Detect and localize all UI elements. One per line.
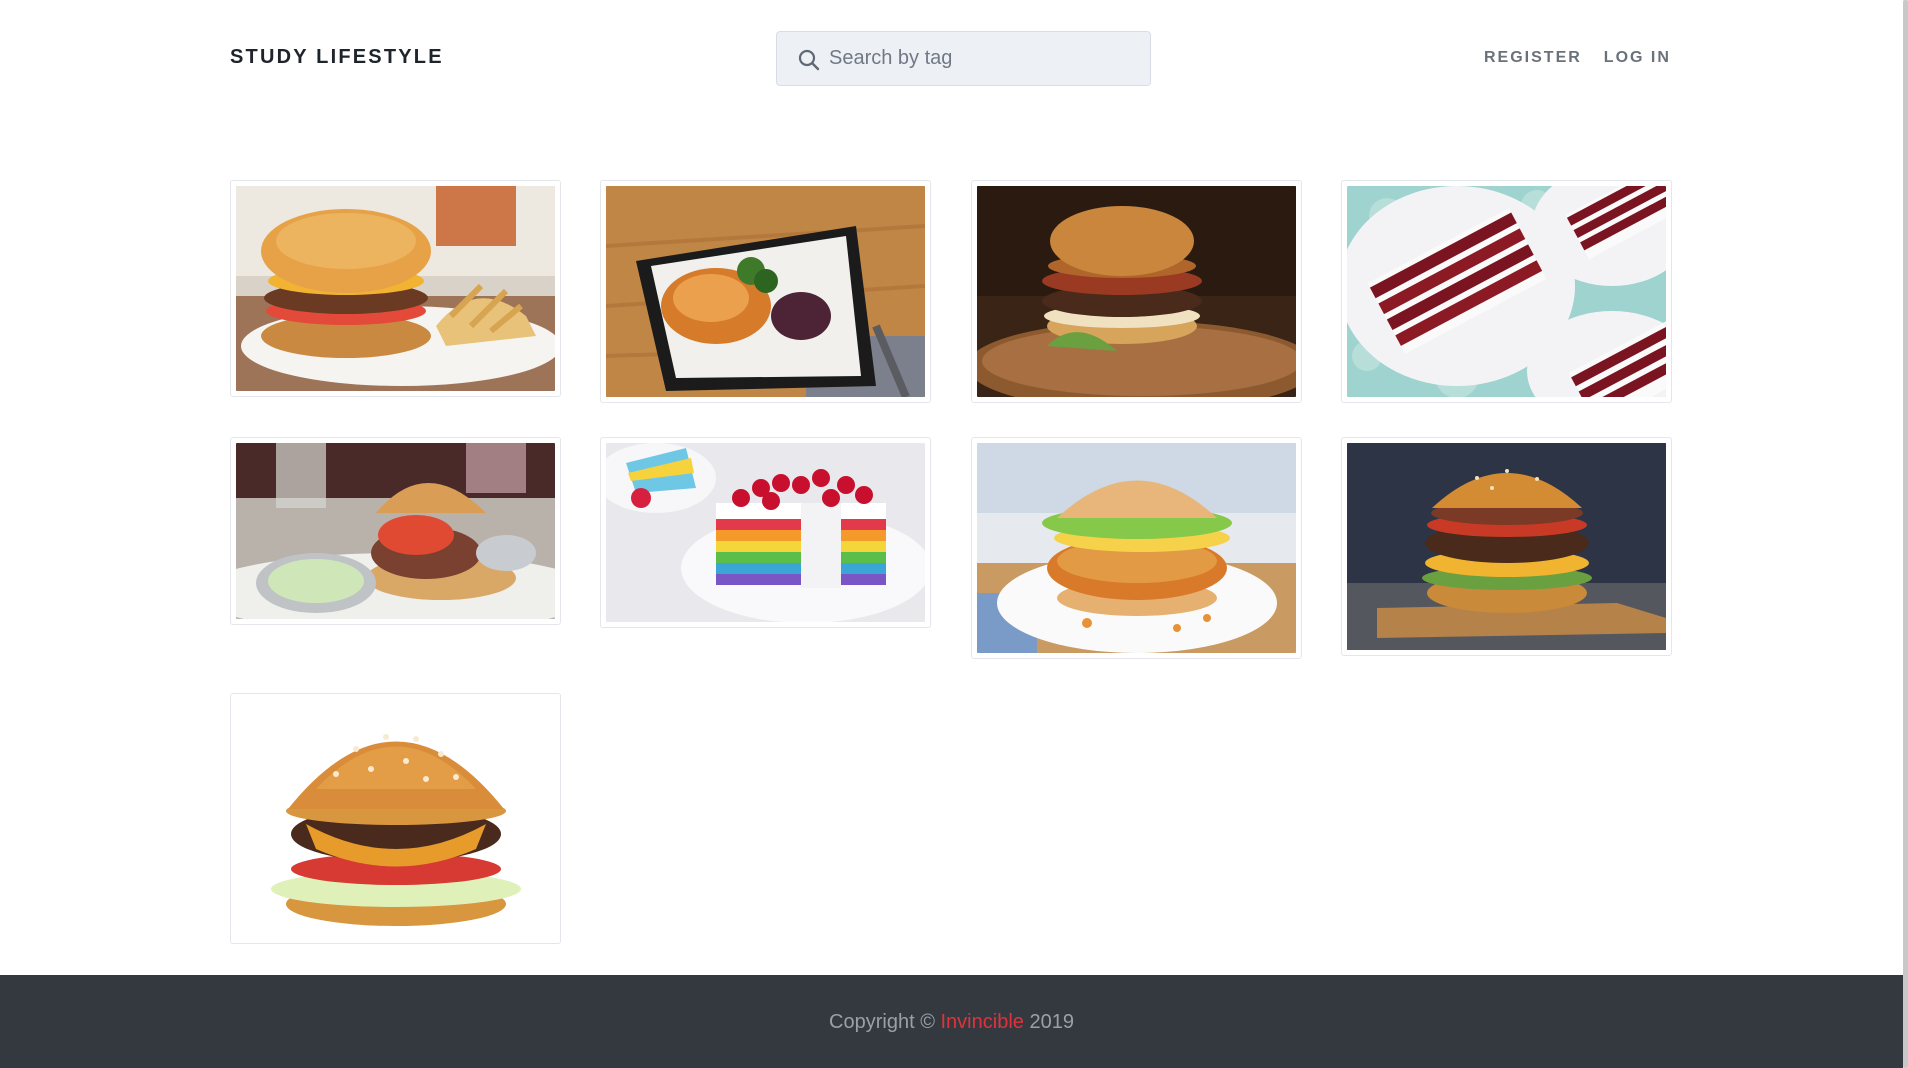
gallery-card[interactable] bbox=[1341, 437, 1672, 656]
vertical-scrollbar[interactable] bbox=[1903, 0, 1908, 1068]
gallery-card[interactable] bbox=[971, 180, 1302, 403]
footer-brand-link[interactable]: Invincible bbox=[941, 1011, 1024, 1033]
copyright-prefix: Copyright © bbox=[829, 1011, 935, 1033]
red-velvet-cake-photo bbox=[1347, 186, 1666, 397]
chicken-burger-photo bbox=[977, 443, 1296, 653]
page: STUDY LIFESTYLE REGISTER LOG IN bbox=[0, 0, 1903, 1068]
tomato-burger-photo bbox=[236, 443, 555, 619]
search-icon bbox=[798, 49, 820, 71]
search-input[interactable] bbox=[829, 32, 1139, 85]
copyright-year: 2019 bbox=[1029, 1011, 1074, 1033]
classic-cheeseburger-photo bbox=[236, 699, 555, 938]
footer: Copyright © Invincible 2019 bbox=[0, 975, 1903, 1068]
search-box[interactable] bbox=[776, 31, 1151, 86]
scrollbar-thumb[interactable] bbox=[1903, 0, 1908, 1068]
burger-fries-photo bbox=[236, 186, 555, 391]
copyright-text: Copyright © Invincible 2019 bbox=[0, 1011, 1903, 1034]
bacon-burger-photo bbox=[977, 186, 1296, 397]
register-link[interactable]: REGISTER bbox=[1484, 49, 1582, 67]
gallery-card[interactable] bbox=[600, 180, 931, 403]
cheeseburger-board-photo bbox=[1347, 443, 1666, 650]
site-logo[interactable]: STUDY LIFESTYLE bbox=[230, 46, 444, 69]
login-link[interactable]: LOG IN bbox=[1604, 49, 1671, 67]
rainbow-cake-photo bbox=[606, 443, 925, 622]
cauliflower-plate-photo bbox=[606, 186, 925, 397]
gallery-card[interactable] bbox=[230, 180, 561, 397]
gallery-card[interactable] bbox=[230, 437, 561, 625]
gallery-card[interactable] bbox=[971, 437, 1302, 659]
gallery-card[interactable] bbox=[230, 693, 561, 944]
gallery-card[interactable] bbox=[1341, 180, 1672, 403]
gallery-card[interactable] bbox=[600, 437, 931, 628]
top-nav: REGISTER LOG IN bbox=[1484, 49, 1671, 67]
